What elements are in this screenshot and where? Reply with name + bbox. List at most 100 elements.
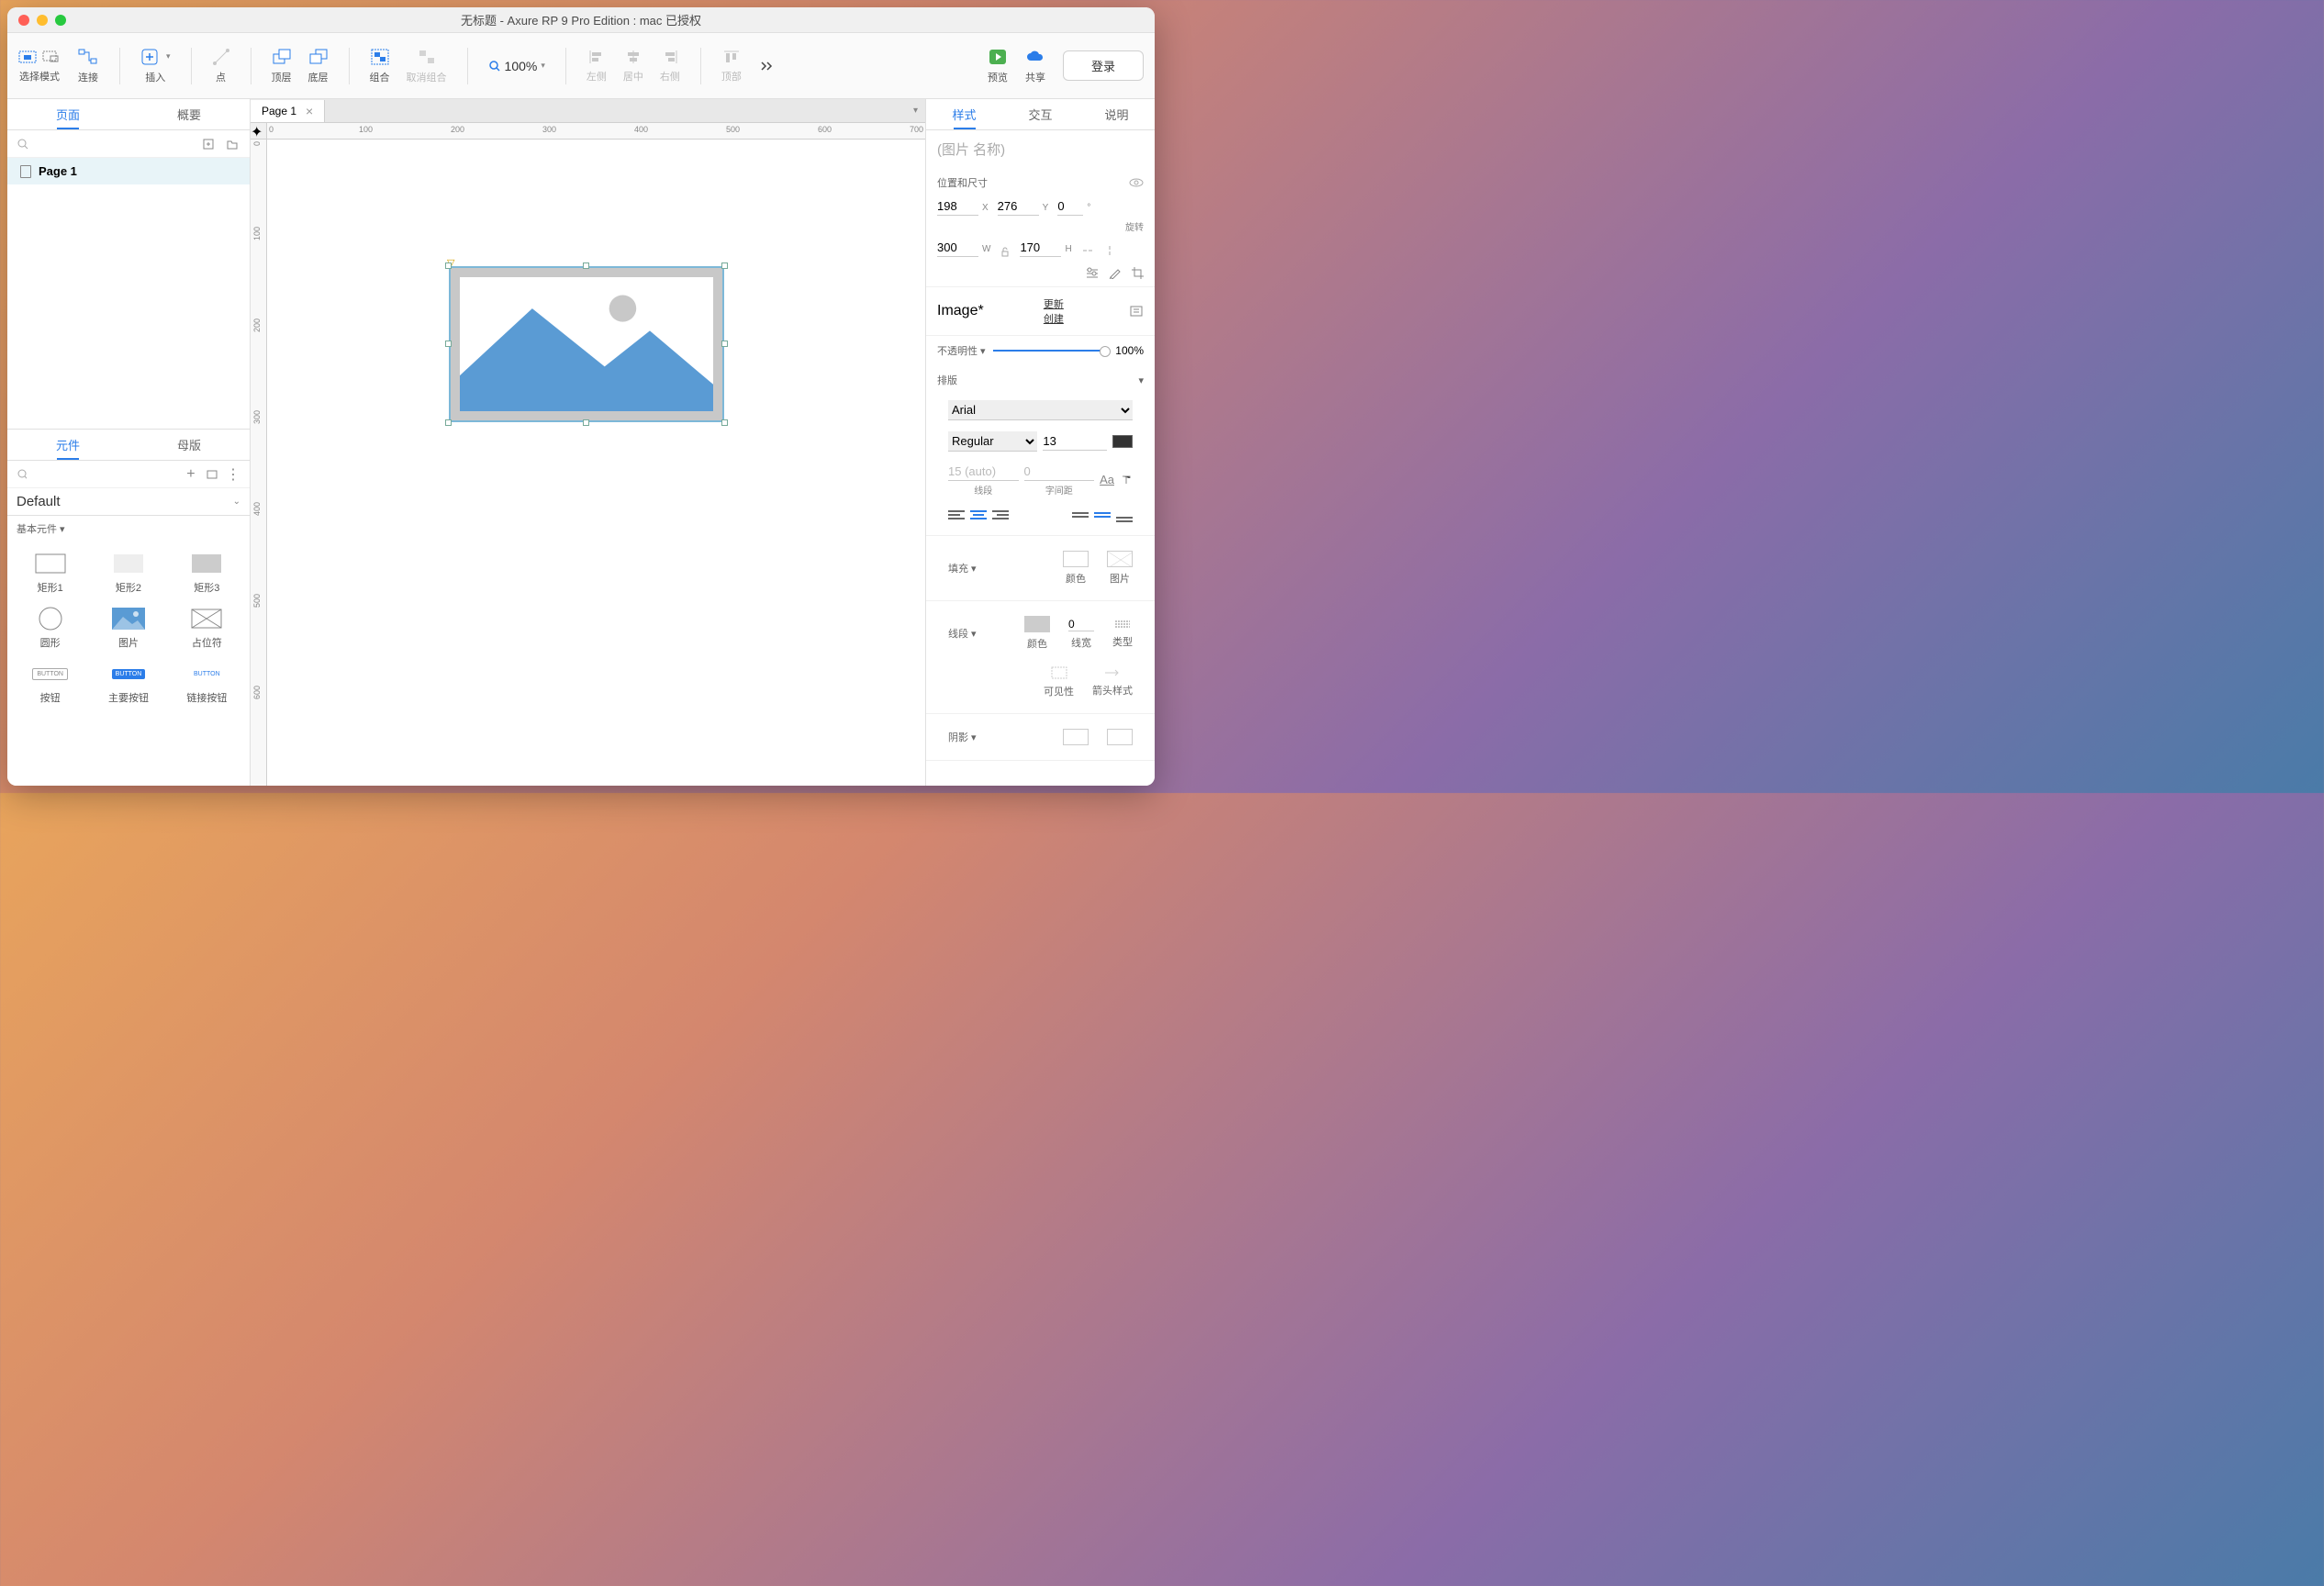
widget-image[interactable]: 图片 bbox=[91, 602, 165, 653]
basic-widgets-section[interactable]: 基本元件 ▾ bbox=[7, 516, 250, 542]
valign-bottom[interactable] bbox=[1116, 508, 1133, 522]
login-button[interactable]: 登录 bbox=[1063, 50, 1144, 81]
widgets-search-input[interactable] bbox=[34, 468, 176, 481]
ruler-horizontal[interactable]: 0 100 200 300 400 500 600 700 800 900 bbox=[267, 123, 925, 140]
pages-search-input[interactable] bbox=[37, 138, 193, 151]
add-page-icon[interactable] bbox=[200, 136, 217, 152]
create-style-link[interactable]: 创建 bbox=[1044, 311, 1064, 326]
zoom-control[interactable]: 100% ▾ bbox=[488, 59, 545, 73]
text-decoration-icon[interactable]: Aa bbox=[1100, 473, 1114, 486]
width-input[interactable] bbox=[937, 239, 978, 257]
preview-button[interactable]: 预览 bbox=[988, 48, 1008, 84]
tab-menu-icon[interactable]: ▾ bbox=[906, 106, 925, 116]
point-tool[interactable]: 点 bbox=[212, 48, 230, 84]
maximize-window-button[interactable] bbox=[55, 15, 66, 26]
resize-handle[interactable] bbox=[445, 341, 452, 347]
resize-handle[interactable] bbox=[445, 262, 452, 269]
font-weight-select[interactable]: Regular bbox=[948, 431, 1037, 452]
lock-aspect-icon[interactable] bbox=[1000, 246, 1011, 257]
fill-image-swatch[interactable] bbox=[1107, 551, 1133, 567]
align-right-text[interactable] bbox=[992, 508, 1009, 522]
update-style-link[interactable]: 更新 bbox=[1044, 296, 1064, 311]
stroke-type-icon[interactable] bbox=[1113, 618, 1132, 631]
close-window-button[interactable] bbox=[18, 15, 29, 26]
widget-link-button[interactable]: BUTTON链接按钮 bbox=[170, 657, 244, 709]
library-options-icon[interactable] bbox=[205, 466, 218, 483]
select-mode-tool[interactable]: 选择模式 bbox=[18, 49, 61, 84]
font-family-select[interactable]: Arial bbox=[948, 400, 1133, 420]
library-selector[interactable]: Default ⌄ bbox=[7, 488, 250, 516]
tab-widgets[interactable]: 元件 bbox=[7, 430, 128, 460]
ruler-corner[interactable]: ✦ bbox=[251, 123, 267, 140]
tab-pages[interactable]: 页面 bbox=[7, 99, 128, 129]
tab-outline[interactable]: 概要 bbox=[128, 99, 250, 129]
inner-shadow-swatch[interactable] bbox=[1107, 729, 1133, 745]
flip-v-icon[interactable] bbox=[1103, 244, 1116, 257]
arrow-style-icon[interactable] bbox=[1103, 666, 1122, 679]
page-item[interactable]: Page 1 bbox=[7, 158, 250, 184]
widget-placeholder[interactable]: 占位符 bbox=[170, 602, 244, 653]
flip-h-icon[interactable] bbox=[1081, 244, 1094, 257]
letter-spacing-input[interactable] bbox=[1024, 463, 1095, 481]
share-button[interactable]: 共享 bbox=[1024, 48, 1046, 84]
align-center-text[interactable] bbox=[970, 508, 987, 522]
widget-primary-button[interactable]: BUTTON主要按钮 bbox=[91, 657, 165, 709]
widget-name-input[interactable]: (图片 名称) bbox=[926, 130, 1155, 168]
group-tool[interactable]: 组合 bbox=[370, 48, 390, 84]
edit-icon[interactable] bbox=[1109, 266, 1122, 279]
ruler-vertical[interactable]: 0 100 200 300 400 500 600 bbox=[251, 140, 267, 786]
widget-circle[interactable]: 圆形 bbox=[13, 602, 87, 653]
font-color-swatch[interactable] bbox=[1112, 435, 1133, 448]
add-folder-icon[interactable] bbox=[224, 136, 240, 152]
resize-handle[interactable] bbox=[583, 262, 589, 269]
insert-tool[interactable]: ▾ 插入 bbox=[140, 48, 171, 84]
rotation-input[interactable] bbox=[1057, 197, 1083, 216]
x-input[interactable] bbox=[937, 197, 978, 216]
adjust-icon[interactable] bbox=[1085, 266, 1100, 279]
resize-handle[interactable] bbox=[445, 419, 452, 426]
document-tab[interactable]: Page 1 × bbox=[251, 100, 325, 122]
add-library-icon[interactable]: + bbox=[184, 466, 197, 483]
search-icon[interactable] bbox=[17, 138, 29, 151]
widget-rect1[interactable]: 矩形1 bbox=[13, 547, 87, 598]
tab-style[interactable]: 样式 bbox=[926, 99, 1002, 129]
outer-shadow-swatch[interactable] bbox=[1063, 729, 1089, 745]
minimize-window-button[interactable] bbox=[37, 15, 48, 26]
style-manager-icon[interactable] bbox=[1129, 305, 1144, 318]
style-name[interactable]: Image* bbox=[937, 303, 984, 319]
crop-icon[interactable] bbox=[1131, 266, 1144, 279]
opacity-slider[interactable] bbox=[993, 350, 1109, 352]
tab-notes[interactable]: 说明 bbox=[1078, 99, 1155, 129]
valign-middle[interactable] bbox=[1094, 508, 1111, 522]
resize-handle[interactable] bbox=[583, 419, 589, 426]
more-tools-icon[interactable] bbox=[758, 60, 777, 73]
widget-rect3[interactable]: 矩形3 bbox=[170, 547, 244, 598]
text-format-icon[interactable] bbox=[1120, 474, 1133, 486]
selected-image-widget[interactable]: ▽ bbox=[449, 266, 724, 422]
canvas[interactable]: ▽ bbox=[267, 140, 925, 786]
height-input[interactable] bbox=[1020, 239, 1061, 257]
resize-handle[interactable] bbox=[721, 341, 728, 347]
visibility-icon[interactable] bbox=[1129, 177, 1144, 188]
opacity-value[interactable]: 100% bbox=[1115, 344, 1144, 357]
stroke-width-input[interactable] bbox=[1068, 618, 1094, 631]
visibility-option-icon[interactable] bbox=[1050, 665, 1068, 680]
more-icon[interactable]: ⋮ bbox=[226, 466, 240, 483]
widget-button[interactable]: BUTTON按钮 bbox=[13, 657, 87, 709]
close-tab-icon[interactable]: × bbox=[306, 104, 313, 118]
resize-handle[interactable] bbox=[721, 262, 728, 269]
send-back-tool[interactable]: 底层 bbox=[308, 48, 329, 84]
stroke-color-swatch[interactable] bbox=[1024, 616, 1050, 632]
align-left-text[interactable] bbox=[948, 508, 965, 522]
resize-handle[interactable] bbox=[721, 419, 728, 426]
tab-interactions[interactable]: 交互 bbox=[1002, 99, 1078, 129]
bring-front-tool[interactable]: 顶层 bbox=[272, 48, 292, 84]
tab-masters[interactable]: 母版 bbox=[128, 430, 250, 460]
search-icon[interactable] bbox=[17, 468, 27, 481]
fill-color-swatch[interactable] bbox=[1063, 551, 1089, 567]
font-size-input[interactable] bbox=[1043, 432, 1107, 451]
connect-tool[interactable]: 连接 bbox=[77, 48, 99, 84]
widget-rect2[interactable]: 矩形2 bbox=[91, 547, 165, 598]
y-input[interactable] bbox=[998, 197, 1039, 216]
line-height-input[interactable] bbox=[948, 463, 1019, 481]
